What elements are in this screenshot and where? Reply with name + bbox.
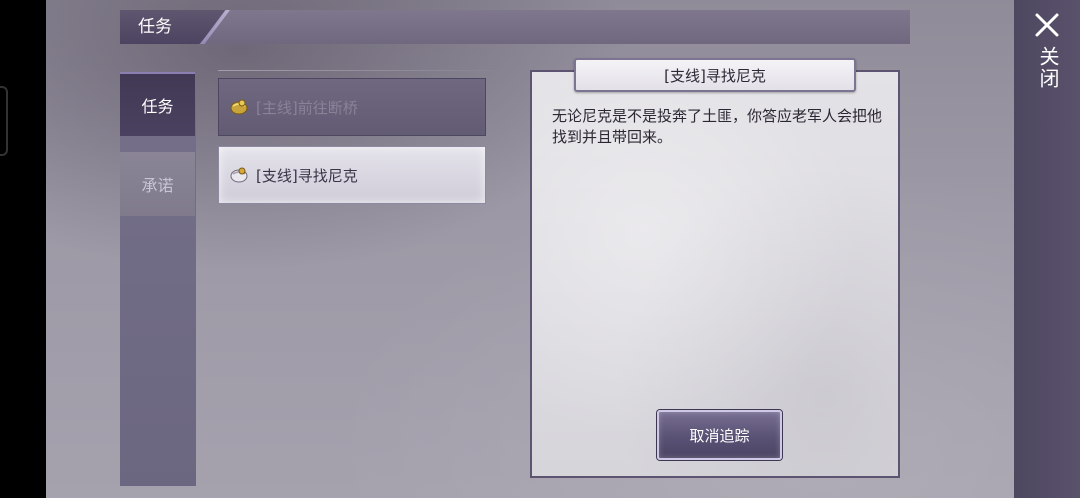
close-x-icon — [1035, 13, 1059, 37]
quest-detail-title: [支线]寻找尼克 — [574, 58, 856, 92]
gold-scroll-icon — [230, 99, 248, 115]
page-title: 任务 — [138, 17, 172, 37]
screen-bezel — [0, 0, 46, 498]
cancel-tracking-button[interactable]: 取消追踪 — [657, 410, 782, 460]
button-label: 取消追踪 — [689, 426, 750, 445]
quest-item-main[interactable]: [主线]前往断桥 — [218, 78, 486, 136]
close-label: 关闭 — [1036, 46, 1060, 90]
tab-label: 承诺 — [141, 176, 174, 195]
quest-item-side[interactable]: [支线]寻找尼克 — [218, 146, 486, 204]
quest-label: [主线]前往断桥 — [256, 98, 358, 117]
detail-title-text: [支线]寻找尼克 — [664, 66, 766, 85]
game-screen: 关闭 任务 任务 承诺 [主线]前往断桥 [支线]寻找尼克 [支线]寻找尼克 无… — [0, 0, 1080, 498]
tab-tasks[interactable]: 任务 — [120, 72, 195, 136]
title-bar — [120, 10, 910, 44]
close-button[interactable]: 关闭 — [1026, 6, 1070, 102]
silver-scroll-icon — [230, 167, 248, 183]
quest-label: [支线]寻找尼克 — [256, 166, 358, 185]
tab-label: 任务 — [141, 97, 174, 116]
camera-notch — [0, 86, 8, 156]
quest-description: 无论尼克是不是投奔了土匪，你答应老军人会把他找到并且带回来。 — [552, 107, 883, 146]
tab-promises[interactable]: 承诺 — [120, 152, 195, 216]
list-divider — [218, 70, 508, 71]
